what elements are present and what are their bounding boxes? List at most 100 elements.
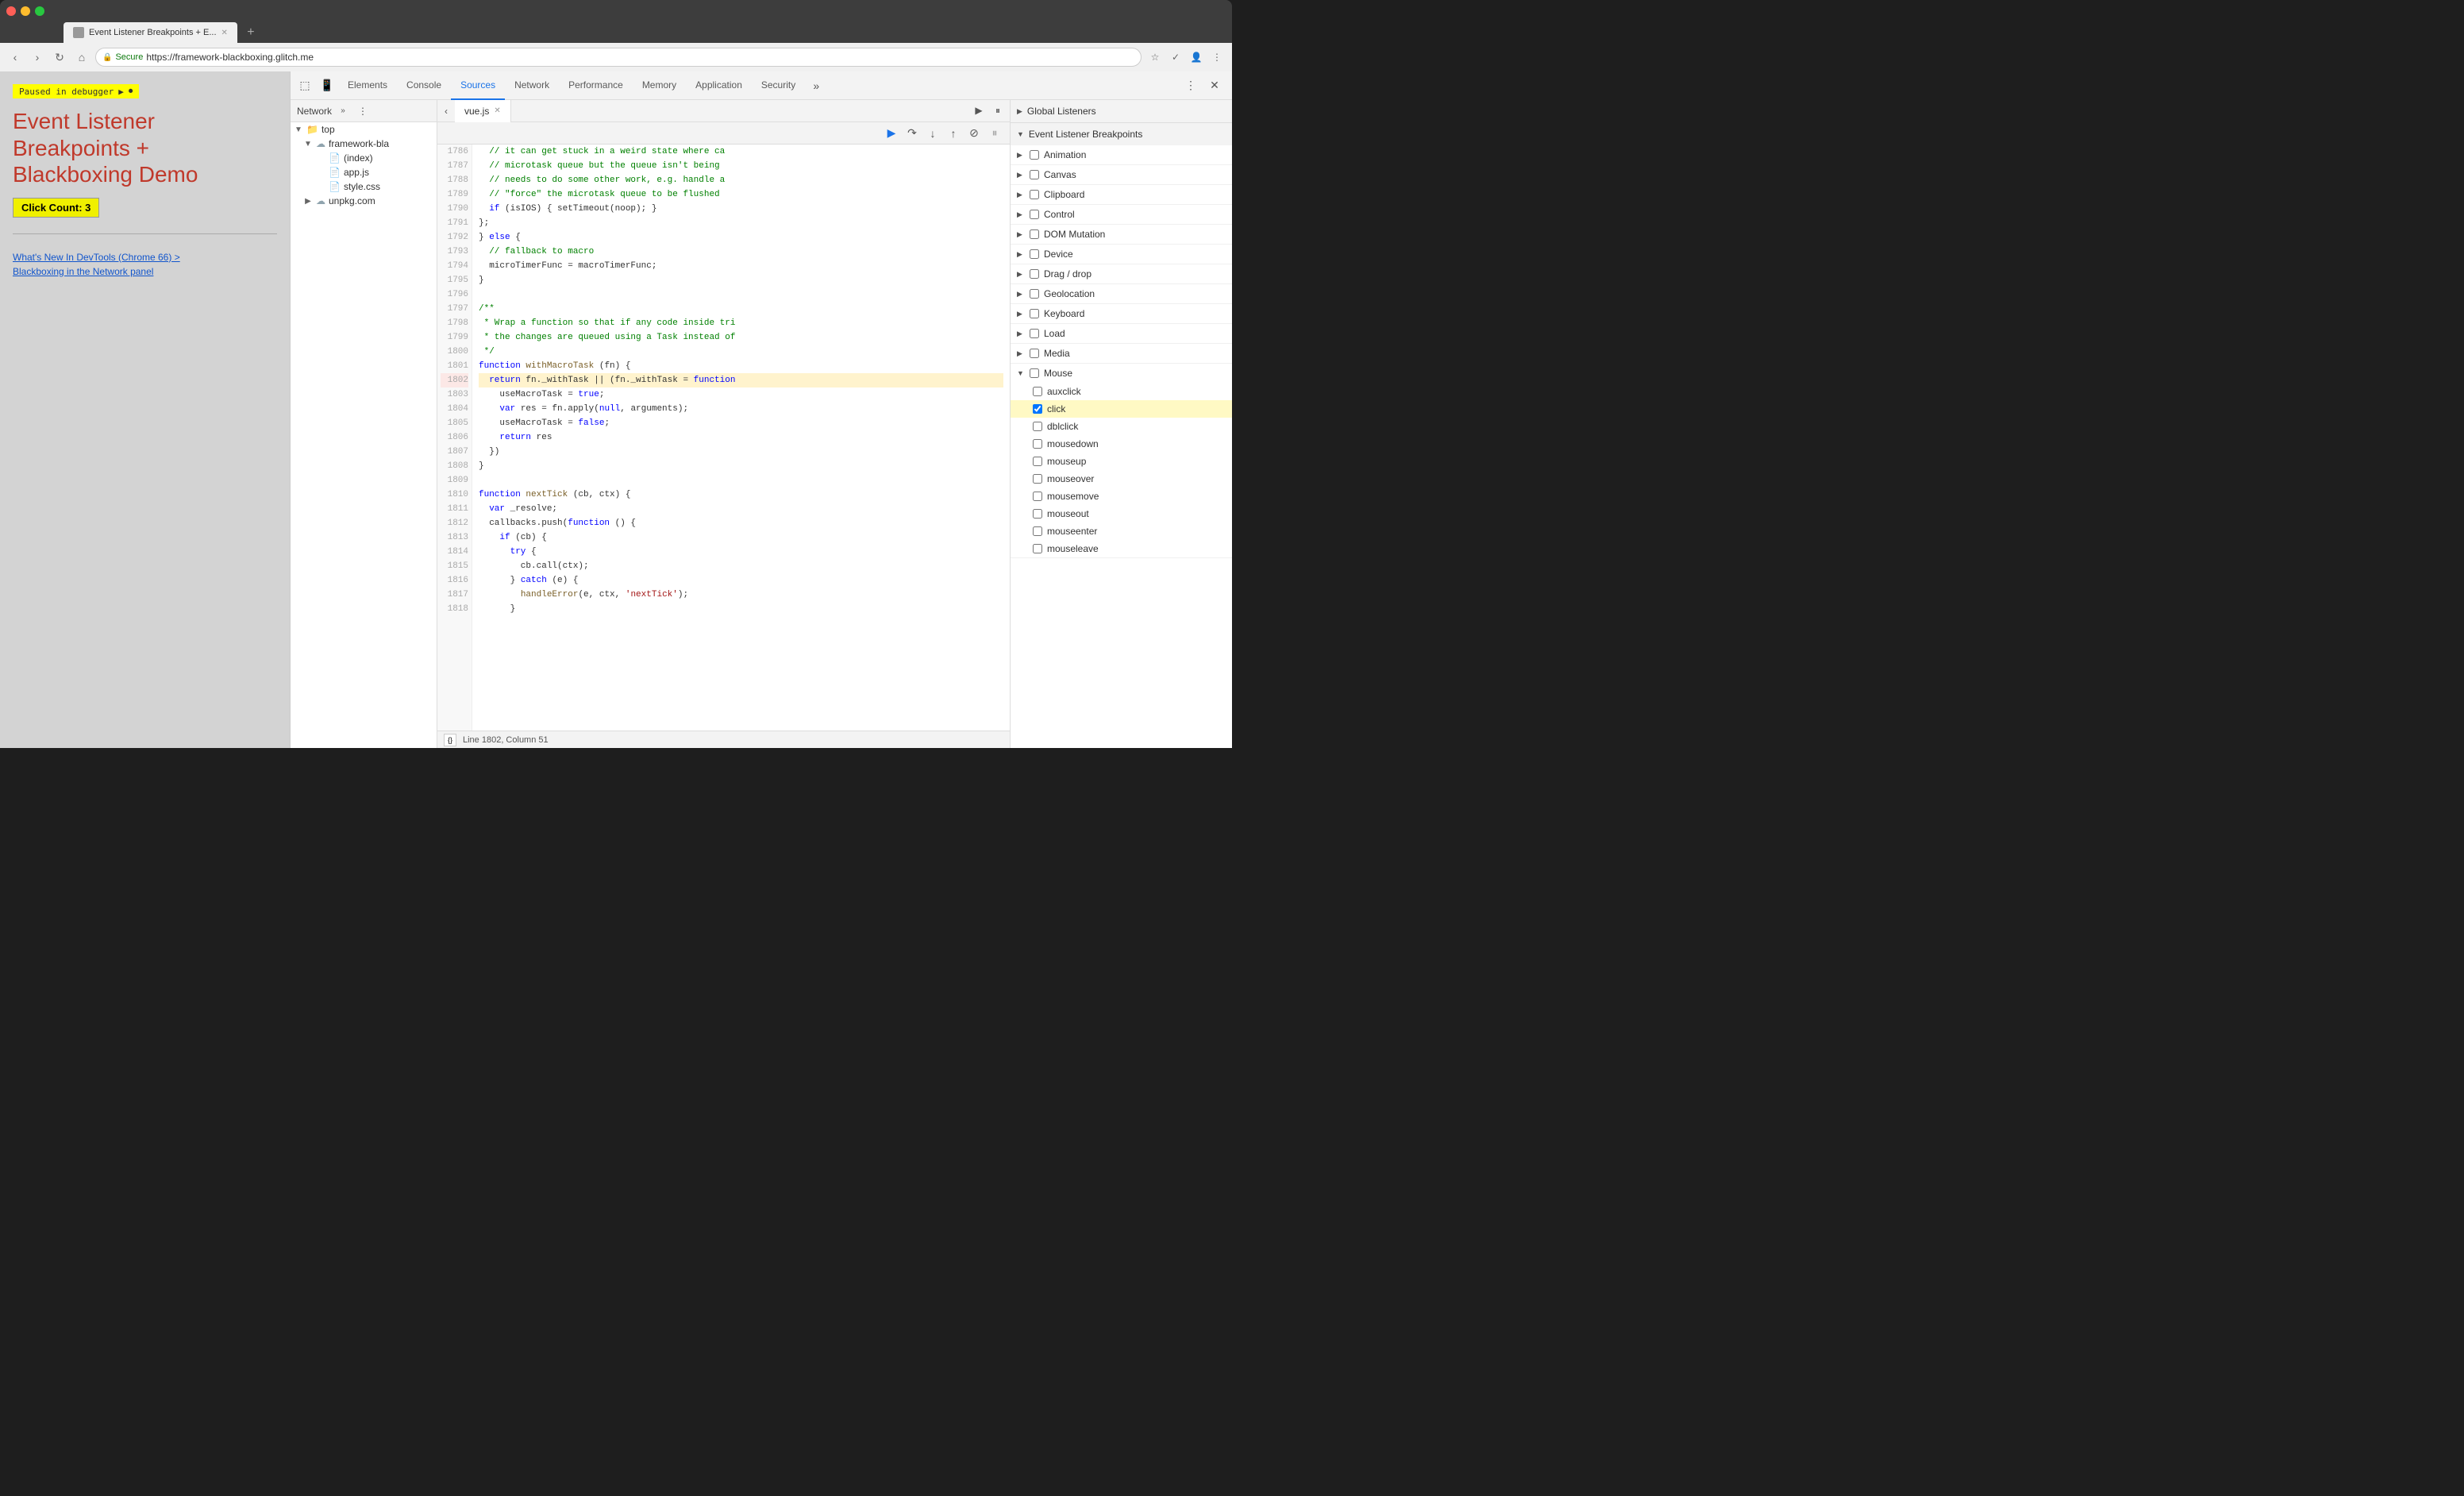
bp-checkbox-mousemove[interactable] <box>1033 492 1042 501</box>
bp-category-header[interactable]: ▶ Drag / drop <box>1011 264 1232 283</box>
click-count-button[interactable]: Click Count: 3 <box>13 198 99 218</box>
editor-tab-close-button[interactable]: ✕ <box>494 106 500 115</box>
account-button[interactable]: 👤 <box>1188 48 1205 66</box>
address-bar[interactable]: 🔒 Secure https://framework-blackboxing.g… <box>95 48 1142 67</box>
tab-overflow-button[interactable]: » <box>335 103 351 119</box>
pause-on-exception-button[interactable]: ⏸ <box>989 102 1007 119</box>
deactivate-breakpoints-button[interactable]: ⊘ <box>965 125 983 142</box>
bp-item-dblclick[interactable]: dblclick <box>1011 418 1232 435</box>
event-breakpoints-header[interactable]: ▼ Event Listener Breakpoints <box>1011 123 1232 145</box>
device-toolbar-button[interactable]: 📱 <box>316 75 338 97</box>
editor-back-button[interactable]: ‹ <box>437 102 455 120</box>
pause-on-exception-button[interactable]: ⏸ <box>986 125 1003 142</box>
bp-checkbox-click[interactable] <box>1033 404 1042 414</box>
close-button[interactable] <box>6 6 16 16</box>
extension-button[interactable]: ✓ <box>1167 48 1184 66</box>
bp-category-header[interactable]: ▶ Keyboard <box>1011 304 1232 323</box>
file-tree-item[interactable]: ▼ 📁 top <box>291 122 437 137</box>
bp-checkbox-clipboard[interactable] <box>1030 190 1039 199</box>
bp-category-header-mouse[interactable]: ▼ Mouse <box>1011 364 1232 383</box>
bp-checkbox-geolocation[interactable] <box>1030 289 1039 299</box>
bp-checkbox-mouseout[interactable] <box>1033 509 1042 519</box>
bp-category-header[interactable]: ▶ Load <box>1011 324 1232 343</box>
step-out-button[interactable]: ↑ <box>945 125 962 142</box>
tab-close-button[interactable]: ✕ <box>221 29 228 37</box>
settings-button[interactable]: ⋮ <box>1180 75 1202 97</box>
code-line: var _resolve; <box>479 502 1003 516</box>
tab-performance[interactable]: Performance <box>559 71 633 100</box>
bp-checkbox-dom-mutation[interactable] <box>1030 229 1039 239</box>
bp-checkbox-load[interactable] <box>1030 329 1039 338</box>
inspect-element-button[interactable]: ⬚ <box>294 75 316 97</box>
minimize-button[interactable] <box>21 6 30 16</box>
link1[interactable]: What's New In DevTools (Chrome 66) > <box>13 250 277 264</box>
file-tree-item[interactable]: ▶ 📄 app.js <box>291 165 437 179</box>
file-tree-item[interactable]: ▶ ☁ unpkg.com <box>291 194 437 208</box>
bp-item-mouseenter[interactable]: mouseenter <box>1011 522 1232 540</box>
close-devtools-button[interactable]: ✕ <box>1203 75 1226 97</box>
bp-item-click[interactable]: click <box>1011 400 1232 418</box>
bp-category-header[interactable]: ▶ Geolocation <box>1011 284 1232 303</box>
code-content[interactable]: 1786 1787 1788 1789 1790 1791 1792 1793 … <box>437 145 1010 731</box>
bp-category-header[interactable]: ▶ Control <box>1011 205 1232 224</box>
menu-button[interactable]: ⋮ <box>1208 48 1226 66</box>
bp-item-mouseout[interactable]: mouseout <box>1011 505 1232 522</box>
bp-checkbox-mouseover[interactable] <box>1033 474 1042 484</box>
bp-item-mouseleave[interactable]: mouseleave <box>1011 540 1232 557</box>
bp-checkbox-animation[interactable] <box>1030 150 1039 160</box>
pretty-print-button[interactable]: ▶ <box>970 102 988 119</box>
bp-checkbox-control[interactable] <box>1030 210 1039 219</box>
maximize-button[interactable] <box>35 6 44 16</box>
forward-button[interactable]: › <box>29 48 46 66</box>
bp-checkbox-mouseleave[interactable] <box>1033 544 1042 553</box>
bp-checkbox-mousedown[interactable] <box>1033 439 1042 449</box>
more-tabs-button[interactable]: » <box>805 75 827 97</box>
bookmark-button[interactable]: ☆ <box>1146 48 1164 66</box>
tab-sources[interactable]: Sources <box>451 71 505 100</box>
bp-checkbox-auxclick[interactable] <box>1033 387 1042 396</box>
bp-checkbox-mouseenter[interactable] <box>1033 526 1042 536</box>
bp-category-header[interactable]: ▶ Animation <box>1011 145 1232 164</box>
link2[interactable]: Blackboxing in the Network panel <box>13 264 277 279</box>
file-tree-item[interactable]: ▶ 📄 (index) <box>291 151 437 165</box>
tab-application[interactable]: Application <box>686 71 752 100</box>
file-tree-item[interactable]: ▶ 📄 style.css <box>291 179 437 194</box>
bp-item-mouseup[interactable]: mouseup <box>1011 453 1232 470</box>
bp-item-mousemove[interactable]: mousemove <box>1011 488 1232 505</box>
global-listeners-header[interactable]: ▶ Global Listeners <box>1011 100 1232 122</box>
bp-checkbox-drag-drop[interactable] <box>1030 269 1039 279</box>
browser-tab[interactable]: Event Listener Breakpoints + E... ✕ <box>64 22 237 43</box>
bp-item-mouseover[interactable]: mouseover <box>1011 470 1232 488</box>
sources-menu-button[interactable]: ⋮ <box>354 102 372 120</box>
editor-tab-vue[interactable]: vue.js ✕ <box>455 100 511 122</box>
step-over-button[interactable]: ↷ <box>903 125 921 142</box>
format-button[interactable]: {} <box>444 734 456 746</box>
tab-security[interactable]: Security <box>752 71 805 100</box>
resume-button[interactable]: ▶ <box>883 125 900 142</box>
step-into-button[interactable]: ↓ <box>924 125 941 142</box>
bp-category-header[interactable]: ▶ DOM Mutation <box>1011 225 1232 244</box>
bp-checkbox-canvas[interactable] <box>1030 170 1039 179</box>
bp-category-header[interactable]: ▶ Clipboard <box>1011 185 1232 204</box>
bp-item-mousedown[interactable]: mousedown <box>1011 435 1232 453</box>
file-tree-item[interactable]: ▼ ☁ framework-bla <box>291 137 437 151</box>
bp-checkbox-keyboard[interactable] <box>1030 309 1039 318</box>
reload-button[interactable]: ↻ <box>51 48 68 66</box>
bp-item-auxclick[interactable]: auxclick <box>1011 383 1232 400</box>
back-button[interactable]: ‹ <box>6 48 24 66</box>
tab-elements[interactable]: Elements <box>338 71 397 100</box>
bp-category-header[interactable]: ▶ Device <box>1011 245 1232 264</box>
home-button[interactable]: ⌂ <box>73 48 90 66</box>
tab-console[interactable]: Console <box>397 71 451 100</box>
bp-checkbox-mouseup[interactable] <box>1033 457 1042 466</box>
new-tab-button[interactable]: + <box>241 25 261 40</box>
network-tab-label[interactable]: Network <box>297 106 332 117</box>
bp-checkbox-mouse[interactable] <box>1030 368 1039 378</box>
bp-category-header[interactable]: ▶ Canvas <box>1011 165 1232 184</box>
bp-category-header[interactable]: ▶ Media <box>1011 344 1232 363</box>
tab-memory[interactable]: Memory <box>633 71 686 100</box>
bp-checkbox-dblclick[interactable] <box>1033 422 1042 431</box>
tab-network[interactable]: Network <box>505 71 559 100</box>
bp-checkbox-media[interactable] <box>1030 349 1039 358</box>
bp-checkbox-device[interactable] <box>1030 249 1039 259</box>
